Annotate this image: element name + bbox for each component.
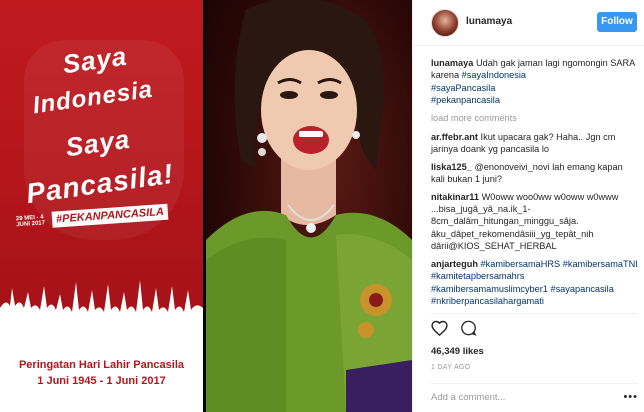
poster-date: 29 MEI - 4 JUNI 2017 [15, 214, 46, 229]
woman-portrait-illustration [206, 0, 412, 412]
comment-username[interactable]: ar.ffebr.ant [431, 132, 478, 142]
comment-username[interactable]: nitakinar11 [431, 192, 479, 202]
list-item: anjarteguh #kamibersamaHRS #kamibersamaT… [431, 258, 639, 308]
post-header: lunamaya Follow [413, 0, 644, 46]
list-item: liska125_ @enonoveivi_novi lah emang kap… [431, 161, 639, 186]
post-image[interactable]: Saya Indonesia Saya Pancasila! 29 MEI - … [0, 0, 412, 412]
follow-button[interactable]: Follow [597, 12, 637, 32]
comment-list: lunamaya Udah gak jaman lagi ngomongin S… [431, 57, 639, 312]
poster-footer: Peringatan Hari Lahir Pancasila 1 Juni 1… [0, 330, 203, 412]
comment-username[interactable]: liska125_ [431, 162, 472, 172]
post-timestamp[interactable]: 1 DAY AGO [431, 364, 470, 371]
caption-tag[interactable]: #sayaPancasila [431, 83, 495, 93]
list-item: ar.ffebr.ant Ikut upacara gak? Haha.. Jg… [431, 131, 639, 156]
header-username[interactable]: lunamaya [466, 16, 512, 27]
add-comment-input[interactable]: Add a comment... [431, 383, 638, 412]
like-count[interactable]: 46,349 likes [431, 346, 484, 357]
crowd-silhouette [0, 280, 203, 332]
caption-tag[interactable]: #pekanpancasila [431, 95, 500, 105]
poster-footer-title: Peringatan Hari Lahir Pancasila [18, 359, 185, 371]
comment-username[interactable]: anjarteguh [431, 259, 478, 269]
heart-icon[interactable] [431, 320, 448, 341]
caption-username[interactable]: lunamaya [431, 58, 473, 68]
list-item: nitakinar11 W0oww woo0ww w0oww w0www ...… [431, 191, 639, 253]
speech-bubble-icon[interactable] [460, 320, 477, 341]
instagram-post: Saya Indonesia Saya Pancasila! 29 MEI - … [0, 0, 644, 412]
poster-panel: Saya Indonesia Saya Pancasila! 29 MEI - … [0, 0, 203, 412]
load-more-comments-link[interactable]: load more comments [431, 112, 639, 124]
poster-footer-dates: 1 Juni 1945 - 1 Juni 2017 [37, 375, 166, 387]
caption-tag[interactable]: #sayaIndonesia [462, 70, 526, 80]
post-sidebar: lunamaya Follow lunamaya Udah gak jaman … [412, 0, 644, 412]
ellipsis-icon[interactable]: ••• [623, 391, 638, 403]
portrait-photo [206, 0, 412, 412]
divider [431, 313, 638, 314]
avatar[interactable] [431, 9, 459, 37]
action-bar [431, 320, 477, 341]
caption: lunamaya Udah gak jaman lagi ngomongin S… [431, 57, 639, 107]
